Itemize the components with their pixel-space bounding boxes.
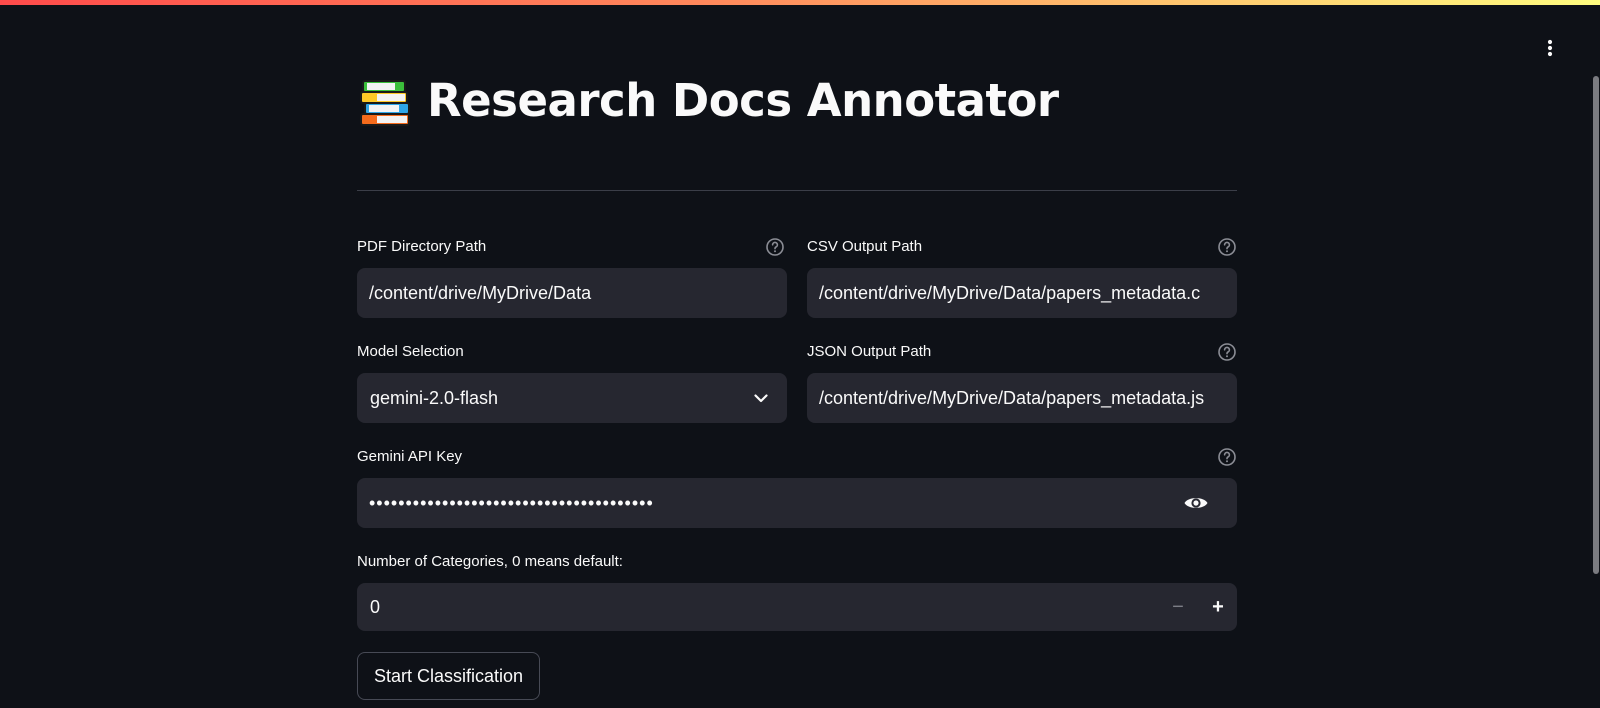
api-key-label: Gemini API Key bbox=[357, 448, 463, 465]
pdf-dir-label: PDF Directory Path bbox=[357, 238, 487, 255]
pdf-dir-help-icon[interactable] bbox=[765, 237, 785, 257]
title-row: Research Docs Annotator bbox=[357, 70, 1059, 130]
csv-output-input-box bbox=[807, 268, 1237, 318]
model-select-value: gemini-2.0-flash bbox=[370, 388, 499, 408]
page-title: Research Docs Annotator bbox=[427, 73, 1059, 127]
model-selection-label: Model Selection bbox=[357, 343, 464, 360]
increment-button[interactable]: + bbox=[1199, 583, 1237, 631]
json-output-input[interactable] bbox=[807, 373, 1237, 423]
api-key-help-icon[interactable] bbox=[1217, 447, 1237, 467]
top-decoration-stripe bbox=[0, 0, 1600, 5]
csv-output-input[interactable] bbox=[807, 268, 1237, 318]
model-select[interactable]: gemini-2.0-flash bbox=[357, 373, 787, 423]
books-icon bbox=[360, 80, 410, 126]
json-output-help-icon[interactable] bbox=[1217, 342, 1237, 362]
api-key-input[interactable]: ••••••••••••••••••••••••••••••••••••••• bbox=[357, 478, 1237, 528]
json-output-input-box bbox=[807, 373, 1237, 423]
start-classification-button[interactable]: Start Classification bbox=[357, 652, 541, 700]
csv-output-label: CSV Output Path bbox=[807, 238, 923, 255]
num-categories-label: Number of Categories, 0 means default: bbox=[357, 553, 623, 570]
num-categories-value: 0 bbox=[370, 597, 381, 617]
chevron-down-icon bbox=[754, 394, 768, 403]
pdf-dir-input-box bbox=[357, 268, 787, 318]
csv-output-help-icon[interactable] bbox=[1217, 237, 1237, 257]
json-output-label: JSON Output Path bbox=[807, 343, 932, 360]
eye-icon[interactable] bbox=[1183, 491, 1209, 515]
api-key-masked-value: ••••••••••••••••••••••••••••••••••••••• bbox=[369, 493, 654, 513]
main-menu-button[interactable] bbox=[1538, 36, 1562, 60]
page-scrollbar[interactable] bbox=[1593, 76, 1599, 574]
decrement-button[interactable]: − bbox=[1159, 583, 1197, 631]
num-categories-input[interactable]: 0 − + bbox=[357, 583, 1237, 631]
pdf-dir-input[interactable] bbox=[357, 268, 787, 318]
vertical-ellipsis-icon bbox=[1547, 39, 1553, 57]
header-divider bbox=[357, 190, 1237, 191]
